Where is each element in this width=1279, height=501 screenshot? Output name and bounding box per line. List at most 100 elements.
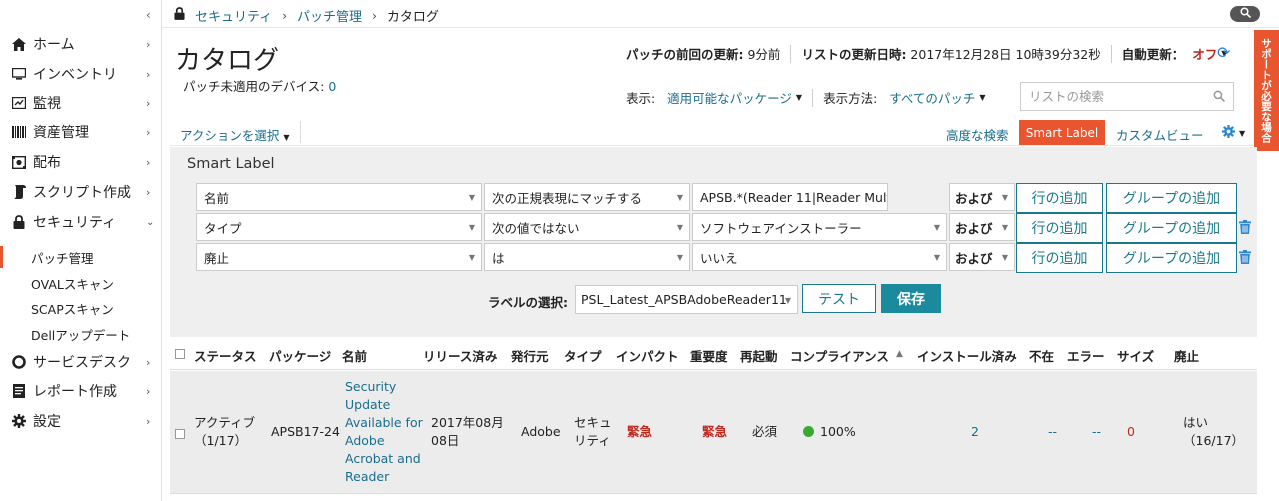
method-dropdown[interactable]: すべてのパッチ xyxy=(889,88,975,107)
sidebar: ‹ ホーム › インベントリ › 監視 › 資産管理 › 配布 › スクリプト作… xyxy=(0,0,162,501)
column-header-type[interactable]: タイプ xyxy=(564,346,602,365)
column-header-status[interactable]: ステータス xyxy=(194,346,257,365)
sidebar-subitem-scap-scan[interactable]: SCAPスキャン xyxy=(0,297,162,319)
caret-down-icon: ▼ xyxy=(468,193,475,202)
sidebar-item-asset-management[interactable]: 資産管理 › xyxy=(0,118,162,146)
method-label: 表示方法: xyxy=(823,91,878,106)
column-header-reboot[interactable]: 再起動 xyxy=(740,346,778,365)
sidebar-item-service-desk[interactable]: サービスデスク › xyxy=(0,348,162,376)
advanced-search-link[interactable]: 高度な検索 xyxy=(946,125,1009,144)
sidebar-item-scripting[interactable]: スクリプト作成 › xyxy=(0,178,162,206)
global-search-button[interactable] xyxy=(1230,6,1260,22)
row-checkbox[interactable] xyxy=(175,429,185,439)
add-group-button[interactable]: グループの追加 xyxy=(1106,183,1237,213)
list-search-input[interactable] xyxy=(1020,82,1234,111)
criteria-value-input[interactable]: APSB.*(Reader 11|Reader Multi. xyxy=(692,183,888,211)
action-select-dropdown[interactable]: アクションを選択 ▼ xyxy=(180,125,290,144)
add-group-button[interactable]: グループの追加 xyxy=(1106,213,1237,243)
caret-down-icon: ▼ xyxy=(933,253,940,262)
sidebar-item-inventory[interactable]: インベントリ › xyxy=(0,60,162,88)
refresh-icon[interactable]: ⟳ xyxy=(1217,43,1230,62)
column-header-obsolete[interactable]: 廃止 xyxy=(1174,346,1199,365)
sidebar-item-reporting[interactable]: レポート作成 › xyxy=(0,377,162,405)
sidebar-subitem-dell-updates[interactable]: Dellアップデート xyxy=(0,323,162,345)
column-header-size[interactable]: サイズ xyxy=(1117,346,1154,365)
label-select-caption: ラベルの選択: xyxy=(488,295,568,310)
save-button[interactable]: 保存 xyxy=(881,284,941,313)
criteria-operator-select[interactable]: は ▼ xyxy=(484,243,690,271)
sidebar-item-distribution[interactable]: 配布 › xyxy=(0,148,162,176)
type-line: セキュ xyxy=(574,415,612,430)
cell-name-link[interactable]: Security Update Available for Adobe Acro… xyxy=(345,378,423,486)
cell-missing-link[interactable]: -- xyxy=(1048,423,1057,441)
cell-error-link[interactable]: -- xyxy=(1092,423,1101,441)
sort-ascending-icon: ▲ xyxy=(896,349,903,359)
column-header-released[interactable]: リリース済み xyxy=(423,346,497,365)
sidebar-item-home[interactable]: ホーム › xyxy=(0,30,162,58)
divider xyxy=(812,88,814,107)
sidebar-item-label: スクリプト作成 xyxy=(33,185,131,201)
sidebar-subitem-oval-scan[interactable]: OVALスキャン xyxy=(0,272,162,294)
sidebar-item-security[interactable]: セキュリティ ⌄ xyxy=(0,208,162,236)
column-header-name[interactable]: 名前 xyxy=(342,346,367,365)
column-header-installed[interactable]: インストール済み xyxy=(917,346,1017,365)
caret-down-icon: ▼ xyxy=(676,253,683,262)
column-header-error[interactable]: エラー xyxy=(1067,346,1105,365)
unpatched-devices-label: パッチ未適用のデバイス: xyxy=(183,79,325,94)
sidebar-item-label: インベントリ xyxy=(33,67,117,83)
trash-icon[interactable] xyxy=(1239,220,1251,238)
add-row-button[interactable]: 行の追加 xyxy=(1016,213,1103,243)
monitor-icon xyxy=(12,67,26,81)
trash-icon[interactable] xyxy=(1239,250,1251,268)
input-value: APSB.*(Reader 11|Reader Multi. xyxy=(700,189,888,205)
test-button[interactable]: テスト xyxy=(802,284,876,313)
smart-label-button[interactable]: Smart Label xyxy=(1019,120,1105,145)
sidebar-subitem-patch-management[interactable]: パッチ管理 xyxy=(0,246,162,268)
custom-view-link[interactable]: カスタムビュー xyxy=(1116,125,1204,144)
chevron-right-icon: › xyxy=(146,37,151,51)
divider xyxy=(300,121,301,143)
sidebar-item-settings[interactable]: 設定 › xyxy=(0,407,162,435)
add-group-button[interactable]: グループの追加 xyxy=(1106,243,1237,273)
auto-update-label: 自動更新： xyxy=(1121,47,1185,62)
sidebar-item-monitoring[interactable]: 監視 › xyxy=(0,89,162,117)
criteria-operator-select[interactable]: 次の正規表現にマッチする ▼ xyxy=(484,183,690,211)
criteria-conjunction-select[interactable]: および ▼ xyxy=(949,243,1015,271)
breadcrumb-patch-management[interactable]: パッチ管理 xyxy=(297,6,362,25)
table-row[interactable]: アクティブ （1/17） APSB17-24 Security Update A… xyxy=(170,371,1257,494)
column-header-compliance[interactable]: コンプライアンス xyxy=(790,346,889,365)
add-row-button[interactable]: 行の追加 xyxy=(1016,243,1103,273)
column-header-impact[interactable]: インパクト xyxy=(616,346,679,365)
select-value: および xyxy=(955,250,993,266)
breadcrumb-security[interactable]: セキュリティ xyxy=(195,6,272,25)
criteria-value-select[interactable]: ソフトウェアインストーラー ▼ xyxy=(692,213,947,241)
label-select-dropdown[interactable]: PSL_Latest_APSBAdobeReader11 ▼ xyxy=(575,285,798,314)
criteria-conjunction-select[interactable]: および ▼ xyxy=(949,183,1015,211)
caret-down-icon: ▼ xyxy=(933,223,940,232)
column-header-missing[interactable]: 不在 xyxy=(1029,346,1054,365)
table-settings-menu[interactable]: ▼ xyxy=(1222,125,1245,142)
criteria-conjunction-select[interactable]: および ▼ xyxy=(949,213,1015,241)
criteria-field-select[interactable]: タイプ ▼ xyxy=(196,213,482,241)
auto-update-dropdown[interactable]: オフ xyxy=(1192,44,1217,63)
collapse-sidebar-icon[interactable]: ‹ xyxy=(146,8,151,22)
criteria-field-select[interactable]: 廃止 ▼ xyxy=(196,243,482,271)
select-all-checkbox[interactable] xyxy=(175,349,185,359)
display-dropdown[interactable]: 適用可能なパッケージ xyxy=(667,88,792,107)
unpatched-devices-count[interactable]: 0 xyxy=(328,79,336,94)
smart-label-title: Smart Label xyxy=(187,156,275,172)
caret-down-icon: ▼ xyxy=(468,223,475,232)
column-header-severity[interactable]: 重要度 xyxy=(690,346,728,365)
criteria-value-select[interactable]: いいえ ▼ xyxy=(692,243,947,271)
cell-installed-link[interactable]: 2 xyxy=(971,423,979,441)
column-header-package[interactable]: パッケージ xyxy=(269,346,331,365)
sidebar-item-label: 配布 xyxy=(33,155,61,171)
support-tab[interactable]: サポートが必要な場合 xyxy=(1254,30,1279,151)
status-count: （1/17） xyxy=(194,433,248,448)
add-row-button[interactable]: 行の追加 xyxy=(1016,183,1103,213)
caret-down-icon: ▼ xyxy=(1001,253,1008,262)
search-icon[interactable] xyxy=(1213,90,1226,106)
criteria-field-select[interactable]: 名前 ▼ xyxy=(196,183,482,211)
column-header-publisher[interactable]: 発行元 xyxy=(511,346,549,365)
criteria-operator-select[interactable]: 次の値ではない ▼ xyxy=(484,213,690,241)
